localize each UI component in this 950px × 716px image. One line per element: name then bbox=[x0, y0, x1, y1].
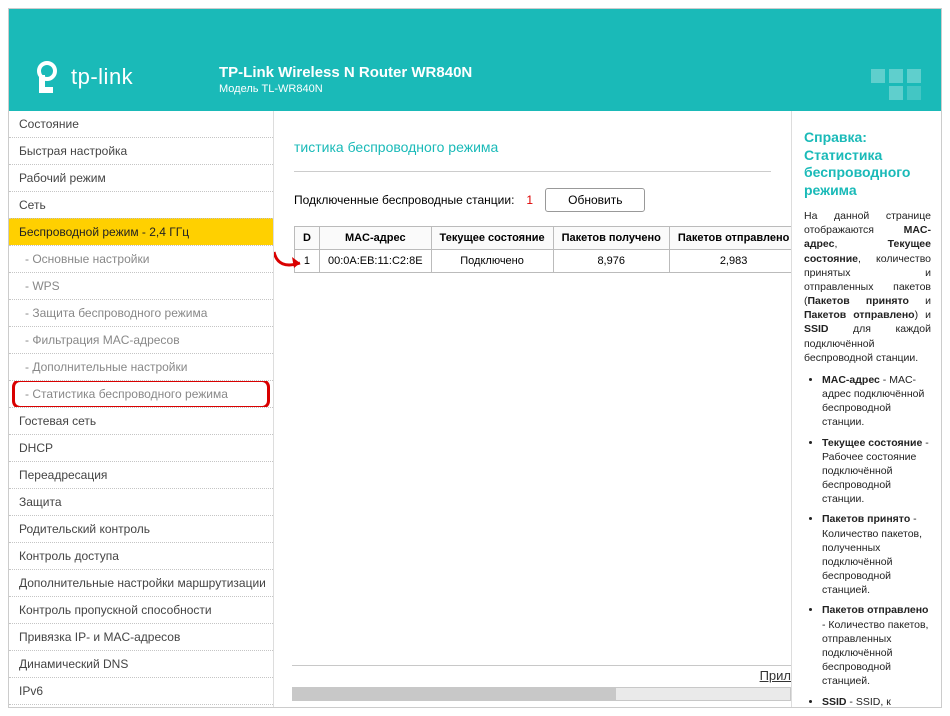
sidebar: Состояние Быстрая настройка Рабочий режим С… bbox=[9, 111, 274, 708]
th-mac: MAC-адрес bbox=[319, 227, 431, 250]
sidebar-item[interactable]: Переадресация bbox=[9, 461, 273, 488]
sidebar-item[interactable]: IPv6 bbox=[9, 677, 273, 704]
sidebar-item[interactable]: Привязка IP- и MAC-адресов bbox=[9, 623, 273, 650]
bottom-area: Прил bbox=[292, 665, 791, 701]
sidebar-item-label: - Защита беспроводного режима bbox=[25, 306, 207, 320]
decor-squares bbox=[867, 69, 921, 103]
table-row: 100:0A:EB:11:C2:8EПодключено8,9762,983TP… bbox=[295, 250, 792, 273]
sidebar-item[interactable]: Сеть bbox=[9, 191, 273, 218]
sidebar-item[interactable]: Беспроводной режим - 2,4 ГГц bbox=[9, 218, 273, 245]
brand-logo: tp-link bbox=[29, 59, 133, 95]
help-bullet: Пакетов отправлено - Количество пакетов,… bbox=[822, 603, 931, 688]
sidebar-item-label: - Дополнительные настройки bbox=[25, 360, 187, 374]
app-shell: tp-link TP-Link Wireless N Router WR840N… bbox=[8, 8, 942, 708]
th-tx: Пакетов отправлено bbox=[669, 227, 791, 250]
help-bullets: MAC-адрес - MAC-адрес подключённой беспр… bbox=[804, 373, 931, 708]
sidebar-item[interactable]: Состояние bbox=[9, 111, 273, 137]
th-state: Текущее состояние bbox=[431, 227, 553, 250]
help-bullet: Пакетов принято - Количество пакетов, по… bbox=[822, 512, 931, 597]
help-bullet: MAC-адрес - MAC-адрес подключённой беспр… bbox=[822, 373, 931, 430]
sidebar-item[interactable]: Контроль пропускной способности bbox=[9, 596, 273, 623]
sidebar-item[interactable]: Рабочий режим bbox=[9, 164, 273, 191]
cell-mac: 00:0A:EB:11:C2:8E bbox=[319, 250, 431, 273]
sidebar-item-label: Переадресация bbox=[19, 468, 107, 482]
stations-table: D MAC-адрес Текущее состояние Пакетов по… bbox=[294, 226, 791, 273]
refresh-button[interactable]: Обновить bbox=[545, 188, 645, 212]
cell-state: Подключено bbox=[431, 250, 553, 273]
sidebar-item[interactable]: - Фильтрация MAC-адресов bbox=[9, 326, 273, 353]
divider bbox=[294, 171, 771, 172]
sidebar-item[interactable]: Динамический DNS bbox=[9, 650, 273, 677]
sidebar-item-label: - WPS bbox=[25, 279, 60, 293]
help-title: Справка: Статистика беспроводного режима bbox=[804, 129, 931, 199]
sidebar-item[interactable]: - Защита беспроводного режима bbox=[9, 299, 273, 326]
page-title: тистика беспроводного режима bbox=[294, 129, 771, 165]
cell-tx: 2,983 bbox=[669, 250, 791, 273]
sidebar-item-label: - Статистика беспроводного режима bbox=[25, 387, 228, 401]
sidebar-item-label: Сеть bbox=[19, 198, 46, 212]
sidebar-item-label: Состояние bbox=[19, 117, 79, 131]
sidebar-item-label: Рабочий режим bbox=[19, 171, 106, 185]
table-header-row: D MAC-адрес Текущее состояние Пакетов по… bbox=[295, 227, 792, 250]
stations-label: Подключенные беспроводные станции: bbox=[294, 193, 514, 207]
sidebar-item-label: Контроль доступа bbox=[19, 549, 119, 563]
sidebar-item-label: - Основные настройки bbox=[25, 252, 149, 266]
sidebar-item[interactable]: - Статистика беспроводного режима bbox=[9, 380, 273, 407]
sidebar-item-label: Контроль пропускной способности bbox=[19, 603, 212, 617]
sidebar-item-label: Родительский контроль bbox=[19, 522, 150, 536]
sidebar-item[interactable]: - Основные настройки bbox=[9, 245, 273, 272]
sidebar-item[interactable]: Контроль доступа bbox=[9, 542, 273, 569]
horizontal-scrollbar[interactable] bbox=[292, 687, 791, 701]
cell-rx: 8,976 bbox=[553, 250, 669, 273]
sidebar-item-label: Дополнительные настройки маршрутизации bbox=[19, 576, 266, 590]
sidebar-item[interactable]: - WPS bbox=[9, 272, 273, 299]
th-rx: Пакетов получено bbox=[553, 227, 669, 250]
product-title: TP-Link Wireless N Router WR840N bbox=[219, 64, 472, 81]
sidebar-item[interactable]: Гостевая сеть bbox=[9, 407, 273, 434]
bottom-partial-text: Прил bbox=[760, 668, 791, 683]
cell-id: 1 bbox=[295, 250, 320, 273]
main-panel: тистика беспроводного режима Подключенны… bbox=[274, 111, 791, 708]
sidebar-item[interactable]: Системные инструменты bbox=[9, 704, 273, 708]
sidebar-item-label: Динамический DNS bbox=[19, 657, 128, 671]
sidebar-item[interactable]: Защита bbox=[9, 488, 273, 515]
sidebar-item[interactable]: Дополнительные настройки маршрутизации bbox=[9, 569, 273, 596]
sidebar-item-label: Защита bbox=[19, 495, 62, 509]
sidebar-item-label: Быстрая настройка bbox=[19, 144, 127, 158]
product-subtitle: Модель TL-WR840N bbox=[219, 83, 472, 95]
th-id: D bbox=[295, 227, 320, 250]
sidebar-item-label: Гостевая сеть bbox=[19, 414, 96, 428]
sidebar-item-label: Беспроводной режим - 2,4 ГГц bbox=[19, 225, 189, 239]
header-titles: TP-Link Wireless N Router WR840N Модель … bbox=[219, 64, 472, 95]
header: tp-link TP-Link Wireless N Router WR840N… bbox=[9, 9, 941, 111]
sidebar-item[interactable]: DHCP bbox=[9, 434, 273, 461]
help-panel: Справка: Статистика беспроводного режима… bbox=[791, 111, 941, 708]
sidebar-item[interactable]: - Дополнительные настройки bbox=[9, 353, 273, 380]
sidebar-item-label: IPv6 bbox=[19, 684, 43, 698]
sidebar-item-label: DHCP bbox=[19, 441, 53, 455]
help-intro: На данной странице отображаются MAC-адре… bbox=[804, 209, 931, 365]
brand-text: tp-link bbox=[71, 64, 133, 90]
tplink-logo-icon bbox=[29, 59, 65, 95]
sidebar-item[interactable]: Быстрая настройка bbox=[9, 137, 273, 164]
sidebar-item[interactable]: Родительский контроль bbox=[9, 515, 273, 542]
help-bullet: Текущее состояние - Рабочее состояние по… bbox=[822, 436, 931, 507]
help-bullet: SSID - SSID, к которому подключена беспр… bbox=[822, 695, 931, 709]
sidebar-item-label: Привязка IP- и MAC-адресов bbox=[19, 630, 180, 644]
stations-row: Подключенные беспроводные станции: 1 Обн… bbox=[294, 188, 771, 212]
stations-count: 1 bbox=[526, 193, 533, 207]
sidebar-item-label: - Фильтрация MAC-адресов bbox=[25, 333, 180, 347]
